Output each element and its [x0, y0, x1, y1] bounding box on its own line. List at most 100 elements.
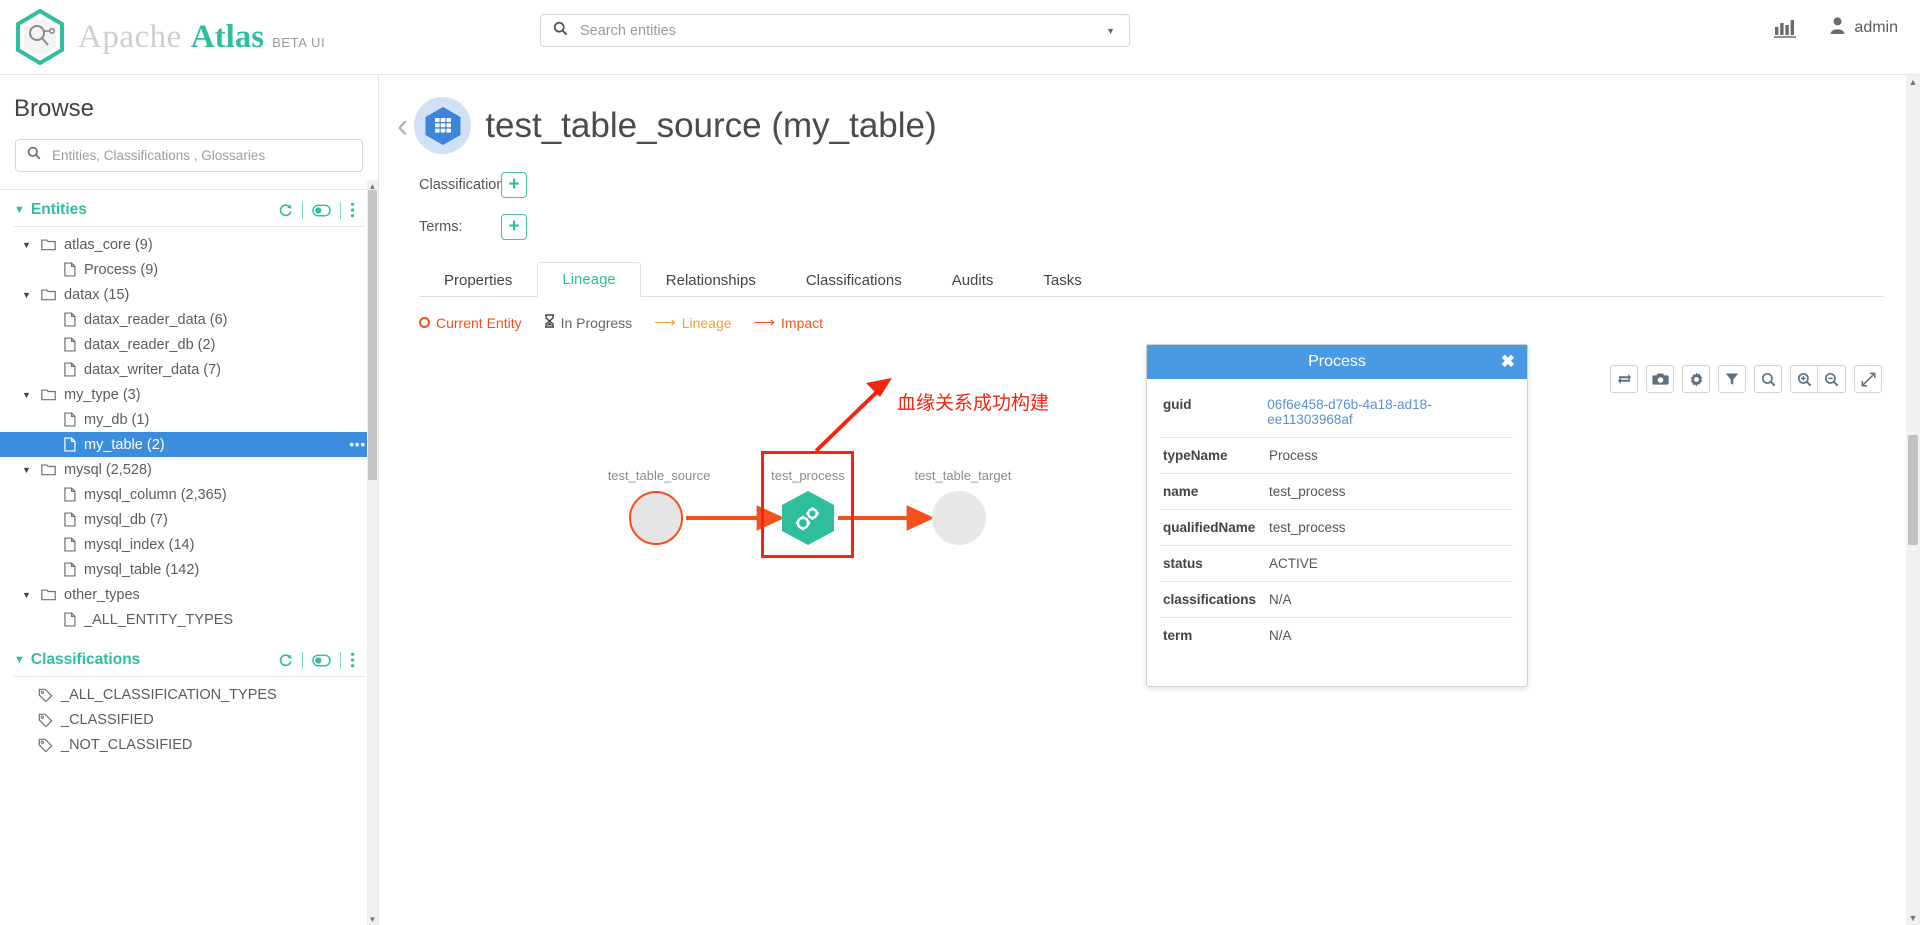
toggle-icon[interactable]	[303, 204, 340, 217]
more-vertical-icon[interactable]	[341, 652, 364, 668]
tree-item-label: _ALL_ENTITY_TYPES	[84, 611, 234, 628]
tree-item-mysql_table[interactable]: mysql_table (142)	[0, 557, 378, 582]
legend-label: In Progress	[560, 314, 633, 331]
add-term-button[interactable]: +	[501, 214, 527, 240]
tree-item-label: mysql_column (2,365)	[84, 486, 227, 503]
gear-settings-icon[interactable]	[1682, 365, 1710, 393]
legend-impact[interactable]: ⟶ Impact	[754, 315, 824, 331]
entities-section-title-group[interactable]: ▼ Entities	[14, 201, 87, 219]
tree-item-datax_reader_db[interactable]: datax_reader_db (2)	[0, 332, 378, 357]
chevron-down-icon[interactable]: ▼	[22, 290, 36, 300]
tree-item-my_db[interactable]: my_db (1)	[0, 407, 378, 432]
close-icon[interactable]: ✖	[1501, 353, 1515, 370]
file-icon	[64, 437, 76, 452]
folder-icon	[41, 288, 56, 301]
lineage-toolbar	[1602, 365, 1882, 393]
process-row-key: typeName	[1163, 448, 1228, 463]
top-right-actions: admin	[1774, 17, 1898, 39]
more-vertical-icon[interactable]	[341, 202, 364, 218]
tab-relationships[interactable]: Relationships	[641, 263, 781, 297]
more-horizontal-icon[interactable]: •••	[349, 437, 366, 452]
chevron-down-icon[interactable]: ▼	[1106, 26, 1115, 36]
tree-item-datax[interactable]: ▼ datax (15)	[0, 282, 378, 307]
refresh-icon[interactable]	[269, 653, 302, 668]
tree-item-atlas_core[interactable]: ▼ atlas_core (9)	[0, 232, 378, 257]
brand-logo-area[interactable]: Apache Atlas BETA UI	[14, 9, 325, 65]
entities-section-title: Entities	[30, 201, 87, 218]
zoom-out-icon[interactable]	[1818, 365, 1846, 393]
scroll-down-icon[interactable]: ▼	[367, 913, 378, 925]
filter-icon[interactable]	[1718, 365, 1746, 393]
divider	[340, 201, 341, 219]
sidebar-scroll-thumb[interactable]	[368, 190, 377, 480]
process-row-value[interactable]: 06f6e458-d76b-4a18-ad18-ee11303968af	[1267, 397, 1513, 427]
tree-item-label: datax (15)	[64, 286, 130, 303]
chevron-left-icon[interactable]: ‹	[397, 109, 408, 143]
tab-tasks[interactable]: Tasks	[1018, 263, 1106, 297]
tree-item-mysql_column[interactable]: mysql_column (2,365)	[0, 482, 378, 507]
toggle-icon[interactable]	[303, 654, 340, 667]
scroll-up-icon[interactable]: ▲	[1906, 75, 1920, 89]
classification-item[interactable]: _NOT_CLASSIFIED	[0, 732, 378, 757]
tree-item-label: mysql_table (142)	[84, 561, 200, 578]
entity-tabs: Properties Lineage Relationships Classifica…	[419, 261, 1884, 297]
classifications-section-title-group[interactable]: ▼ Classifications	[14, 651, 140, 669]
classification-item[interactable]: _ALL_CLASSIFICATION_TYPES	[0, 682, 378, 707]
tree-item-process[interactable]: Process (9)	[0, 257, 378, 282]
camera-screenshot-icon[interactable]	[1646, 365, 1674, 393]
refresh-icon[interactable]	[269, 203, 302, 218]
tab-classifications[interactable]: Classifications	[781, 263, 927, 297]
legend-label: Impact	[781, 314, 824, 331]
process-row-name: name test_process	[1161, 474, 1513, 510]
tree-item-other_types[interactable]: ▼ other_types	[0, 582, 378, 607]
main-scroll-thumb[interactable]	[1908, 435, 1918, 545]
search-input[interactable]	[578, 21, 1107, 40]
global-search-box[interactable]: ▼	[540, 14, 1130, 47]
legend-lineage[interactable]: ⟶ Lineage	[654, 315, 731, 331]
tree-item-my_type[interactable]: ▼ my_type (3)	[0, 382, 378, 407]
tree-item-datax_writer_data[interactable]: datax_writer_data (7)	[0, 357, 378, 382]
tab-properties[interactable]: Properties	[419, 263, 537, 297]
legend-current-entity[interactable]: Current Entity	[419, 315, 522, 331]
chevron-down-icon[interactable]: ▼	[22, 240, 36, 250]
folder-icon	[41, 463, 56, 476]
brand-apache-text: Apache	[78, 18, 182, 55]
process-row-key: guid	[1163, 397, 1192, 412]
search-icon[interactable]	[1754, 365, 1782, 393]
tree-item-datax_reader_data[interactable]: datax_reader_data (6)	[0, 307, 378, 332]
fullscreen-icon[interactable]	[1854, 365, 1882, 393]
process-panel-title: Process	[1308, 353, 1366, 370]
chevron-down-icon[interactable]: ▼	[22, 390, 36, 400]
chevron-down-icon[interactable]: ▼	[22, 465, 36, 475]
tree-item-mysql_index[interactable]: mysql_index (14)	[0, 532, 378, 557]
entities-section-header: ▼ Entities	[0, 190, 378, 226]
sidebar-search-input[interactable]	[50, 147, 362, 164]
entities-section-actions	[269, 201, 364, 219]
tag-icon	[38, 738, 53, 752]
process-row-key: status	[1163, 556, 1203, 571]
tree-item-label: atlas_core (9)	[64, 236, 153, 253]
zoom-in-icon[interactable]	[1790, 365, 1818, 393]
sidebar-search-box[interactable]	[15, 139, 363, 172]
chevron-down-icon[interactable]: ▼	[22, 590, 36, 600]
user-menu[interactable]: admin	[1830, 17, 1898, 39]
table-hex-icon	[414, 97, 472, 154]
tree-item-_all_entity_types[interactable]: _ALL_ENTITY_TYPES	[0, 607, 378, 632]
swap-lineage-icon[interactable]	[1610, 365, 1638, 393]
tree-item-my_table[interactable]: my_table (2) •••	[0, 432, 378, 457]
entity-title: test_table_source (my_table)	[485, 105, 937, 145]
main-scrollbar[interactable]: ▲ ▼	[1906, 75, 1920, 925]
classification-item[interactable]: _CLASSIFIED	[0, 707, 378, 732]
tab-lineage[interactable]: Lineage	[537, 262, 641, 297]
sidebar-scrollbar[interactable]: ▲ ▼	[367, 180, 378, 925]
folder-icon	[41, 388, 56, 401]
arrow-right-icon: ⟶	[753, 314, 776, 331]
statistics-chart-icon[interactable]	[1774, 18, 1797, 38]
tree-item-mysql[interactable]: ▼ mysql (2,528)	[0, 457, 378, 482]
legend-in-progress[interactable]: In Progress	[544, 314, 633, 331]
scroll-down-icon[interactable]: ▼	[1906, 911, 1920, 925]
tree-item-mysql_db[interactable]: mysql_db (7)	[0, 507, 378, 532]
add-classification-button[interactable]: +	[501, 172, 527, 198]
tab-audits[interactable]: Audits	[927, 263, 1019, 297]
tree-item-label: datax_reader_data (6)	[84, 311, 228, 328]
